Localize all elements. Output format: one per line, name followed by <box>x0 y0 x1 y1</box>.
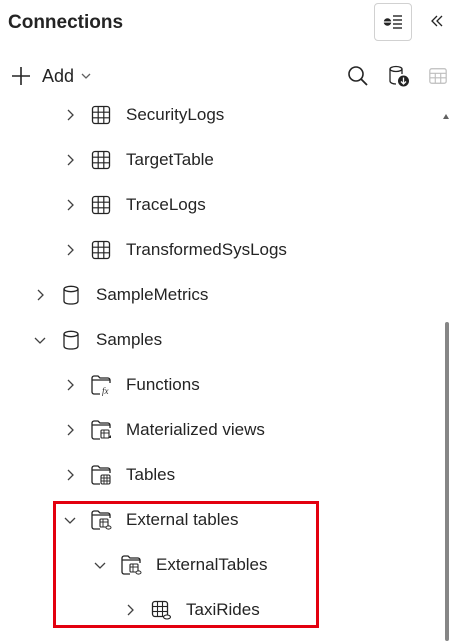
table-icon <box>90 104 112 126</box>
tree-item-tables[interactable]: Tables <box>62 460 175 490</box>
table-icon <box>90 239 112 261</box>
materialized-views-folder-icon <box>90 419 112 441</box>
tree-item-functions[interactable]: fx Functions <box>62 370 200 400</box>
tables-folder-icon <box>90 464 112 486</box>
chevron-right-icon[interactable] <box>62 197 78 213</box>
tree-item-label: Tables <box>126 465 176 484</box>
panel-header: Connections <box>0 0 451 48</box>
tree-item-samplemetrics[interactable]: SampleMetrics <box>32 280 208 310</box>
chevron-right-icon[interactable] <box>62 467 78 483</box>
database-icon <box>60 329 82 351</box>
svg-text:fx: fx <box>102 386 109 396</box>
table-icon <box>90 194 112 216</box>
tree-item-securitylogs[interactable]: SecurityLogs <box>62 100 224 130</box>
double-chevron-left-icon <box>431 15 443 27</box>
tree-item-targettable[interactable]: TargetTable <box>62 145 214 175</box>
chevron-right-icon[interactable] <box>62 422 78 438</box>
chevron-down-icon[interactable] <box>32 332 48 348</box>
collapse-pane-button[interactable] <box>426 10 448 32</box>
chevron-right-icon[interactable] <box>62 377 78 393</box>
tree-item-transformedsyslogs[interactable]: TransformedSysLogs <box>62 235 287 265</box>
scroll-up-arrow-icon[interactable] <box>443 114 449 119</box>
chevron-right-icon[interactable] <box>62 152 78 168</box>
chevron-right-icon[interactable] <box>62 107 78 123</box>
tree-item-label: SampleMetrics <box>96 285 209 304</box>
chevron-right-icon[interactable] <box>32 287 48 303</box>
panel-title: Connections <box>8 12 124 33</box>
tree-item-label: TargetTable <box>126 150 214 169</box>
table-icon <box>90 149 112 171</box>
tree-item-label: Materialized views <box>126 420 265 439</box>
tree-item-materialized-views[interactable]: Materialized views <box>62 415 265 445</box>
list-view-icon <box>383 15 402 29</box>
tree-item-tracelogs[interactable]: TraceLogs <box>62 190 206 220</box>
tree-item-label: Samples <box>96 330 163 349</box>
chevron-right-icon[interactable] <box>62 242 78 258</box>
database-download-button[interactable] <box>387 64 411 88</box>
tree-item-label: Functions <box>126 375 200 394</box>
plus-icon <box>12 67 30 85</box>
chevron-down-icon <box>80 70 92 82</box>
scrollbar-thumb[interactable] <box>445 322 449 641</box>
view-toggle-button[interactable] <box>374 3 412 41</box>
grid-view-button[interactable] <box>428 64 448 88</box>
add-button-label: Add <box>42 65 75 86</box>
functions-folder-icon: fx <box>90 374 112 396</box>
database-download-icon <box>389 65 409 87</box>
toolbar: Add <box>0 56 451 96</box>
highlight-box <box>53 501 319 628</box>
tree-item-samples[interactable]: Samples <box>32 325 162 355</box>
tree-item-label: TraceLogs <box>126 195 206 214</box>
tree-item-label: SecurityLogs <box>126 105 225 124</box>
add-button[interactable]: Add <box>10 62 92 90</box>
database-icon <box>60 284 82 306</box>
search-icon <box>348 66 368 86</box>
grid-icon <box>429 68 447 84</box>
tree-item-label: TransformedSysLogs <box>126 240 287 259</box>
search-button[interactable] <box>346 64 370 88</box>
